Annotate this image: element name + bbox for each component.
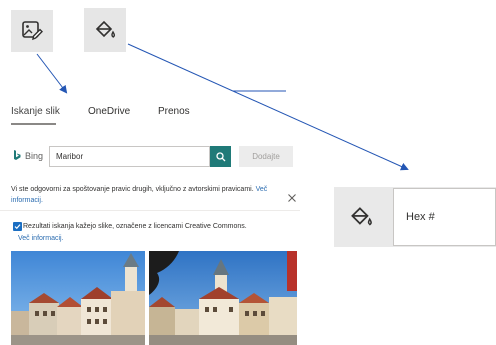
bing-brand: Bing bbox=[13, 150, 43, 161]
search-button[interactable] bbox=[210, 146, 231, 167]
divider bbox=[0, 210, 300, 211]
license-text: Rezultati iskanja kažejo slike, označene… bbox=[23, 223, 247, 230]
copyright-text: Vi ste odgovorni za spoštovanje pravic d… bbox=[11, 186, 254, 193]
town-square-photo-1 bbox=[11, 251, 145, 345]
arrow-to-image-search bbox=[36, 53, 68, 94]
hex-panel-fill-icon bbox=[348, 204, 374, 235]
bing-label: Bing bbox=[25, 150, 44, 161]
search-result-image-1[interactable] bbox=[11, 251, 145, 345]
add-button[interactable]: Dodajte bbox=[239, 146, 293, 167]
close-notice-button[interactable] bbox=[287, 190, 297, 202]
tab-onedrive[interactable]: OneDrive bbox=[88, 106, 130, 117]
close-icon bbox=[288, 194, 296, 202]
bing-logo-icon bbox=[14, 150, 21, 160]
license-more-link[interactable]: Več informacij. bbox=[18, 233, 64, 244]
active-tab-underline bbox=[11, 123, 56, 125]
search-icon bbox=[215, 151, 225, 161]
search-input[interactable]: Maribor bbox=[49, 146, 210, 167]
town-square-photo-2 bbox=[149, 251, 297, 345]
search-result-image-2[interactable] bbox=[149, 251, 297, 345]
tab-prenos[interactable]: Prenos bbox=[158, 106, 190, 117]
creative-commons-checkbox[interactable] bbox=[13, 222, 22, 231]
hex-label: Hex # bbox=[406, 211, 435, 223]
paint-bucket-icon bbox=[351, 207, 372, 226]
check-icon bbox=[14, 224, 21, 230]
hex-input[interactable]: Hex # bbox=[393, 188, 496, 246]
copyright-notice: Vi ste odgovorni za spoštovanje pravic d… bbox=[11, 184, 286, 206]
tab-iskanje-slik[interactable]: Iskanje slik bbox=[11, 106, 60, 117]
